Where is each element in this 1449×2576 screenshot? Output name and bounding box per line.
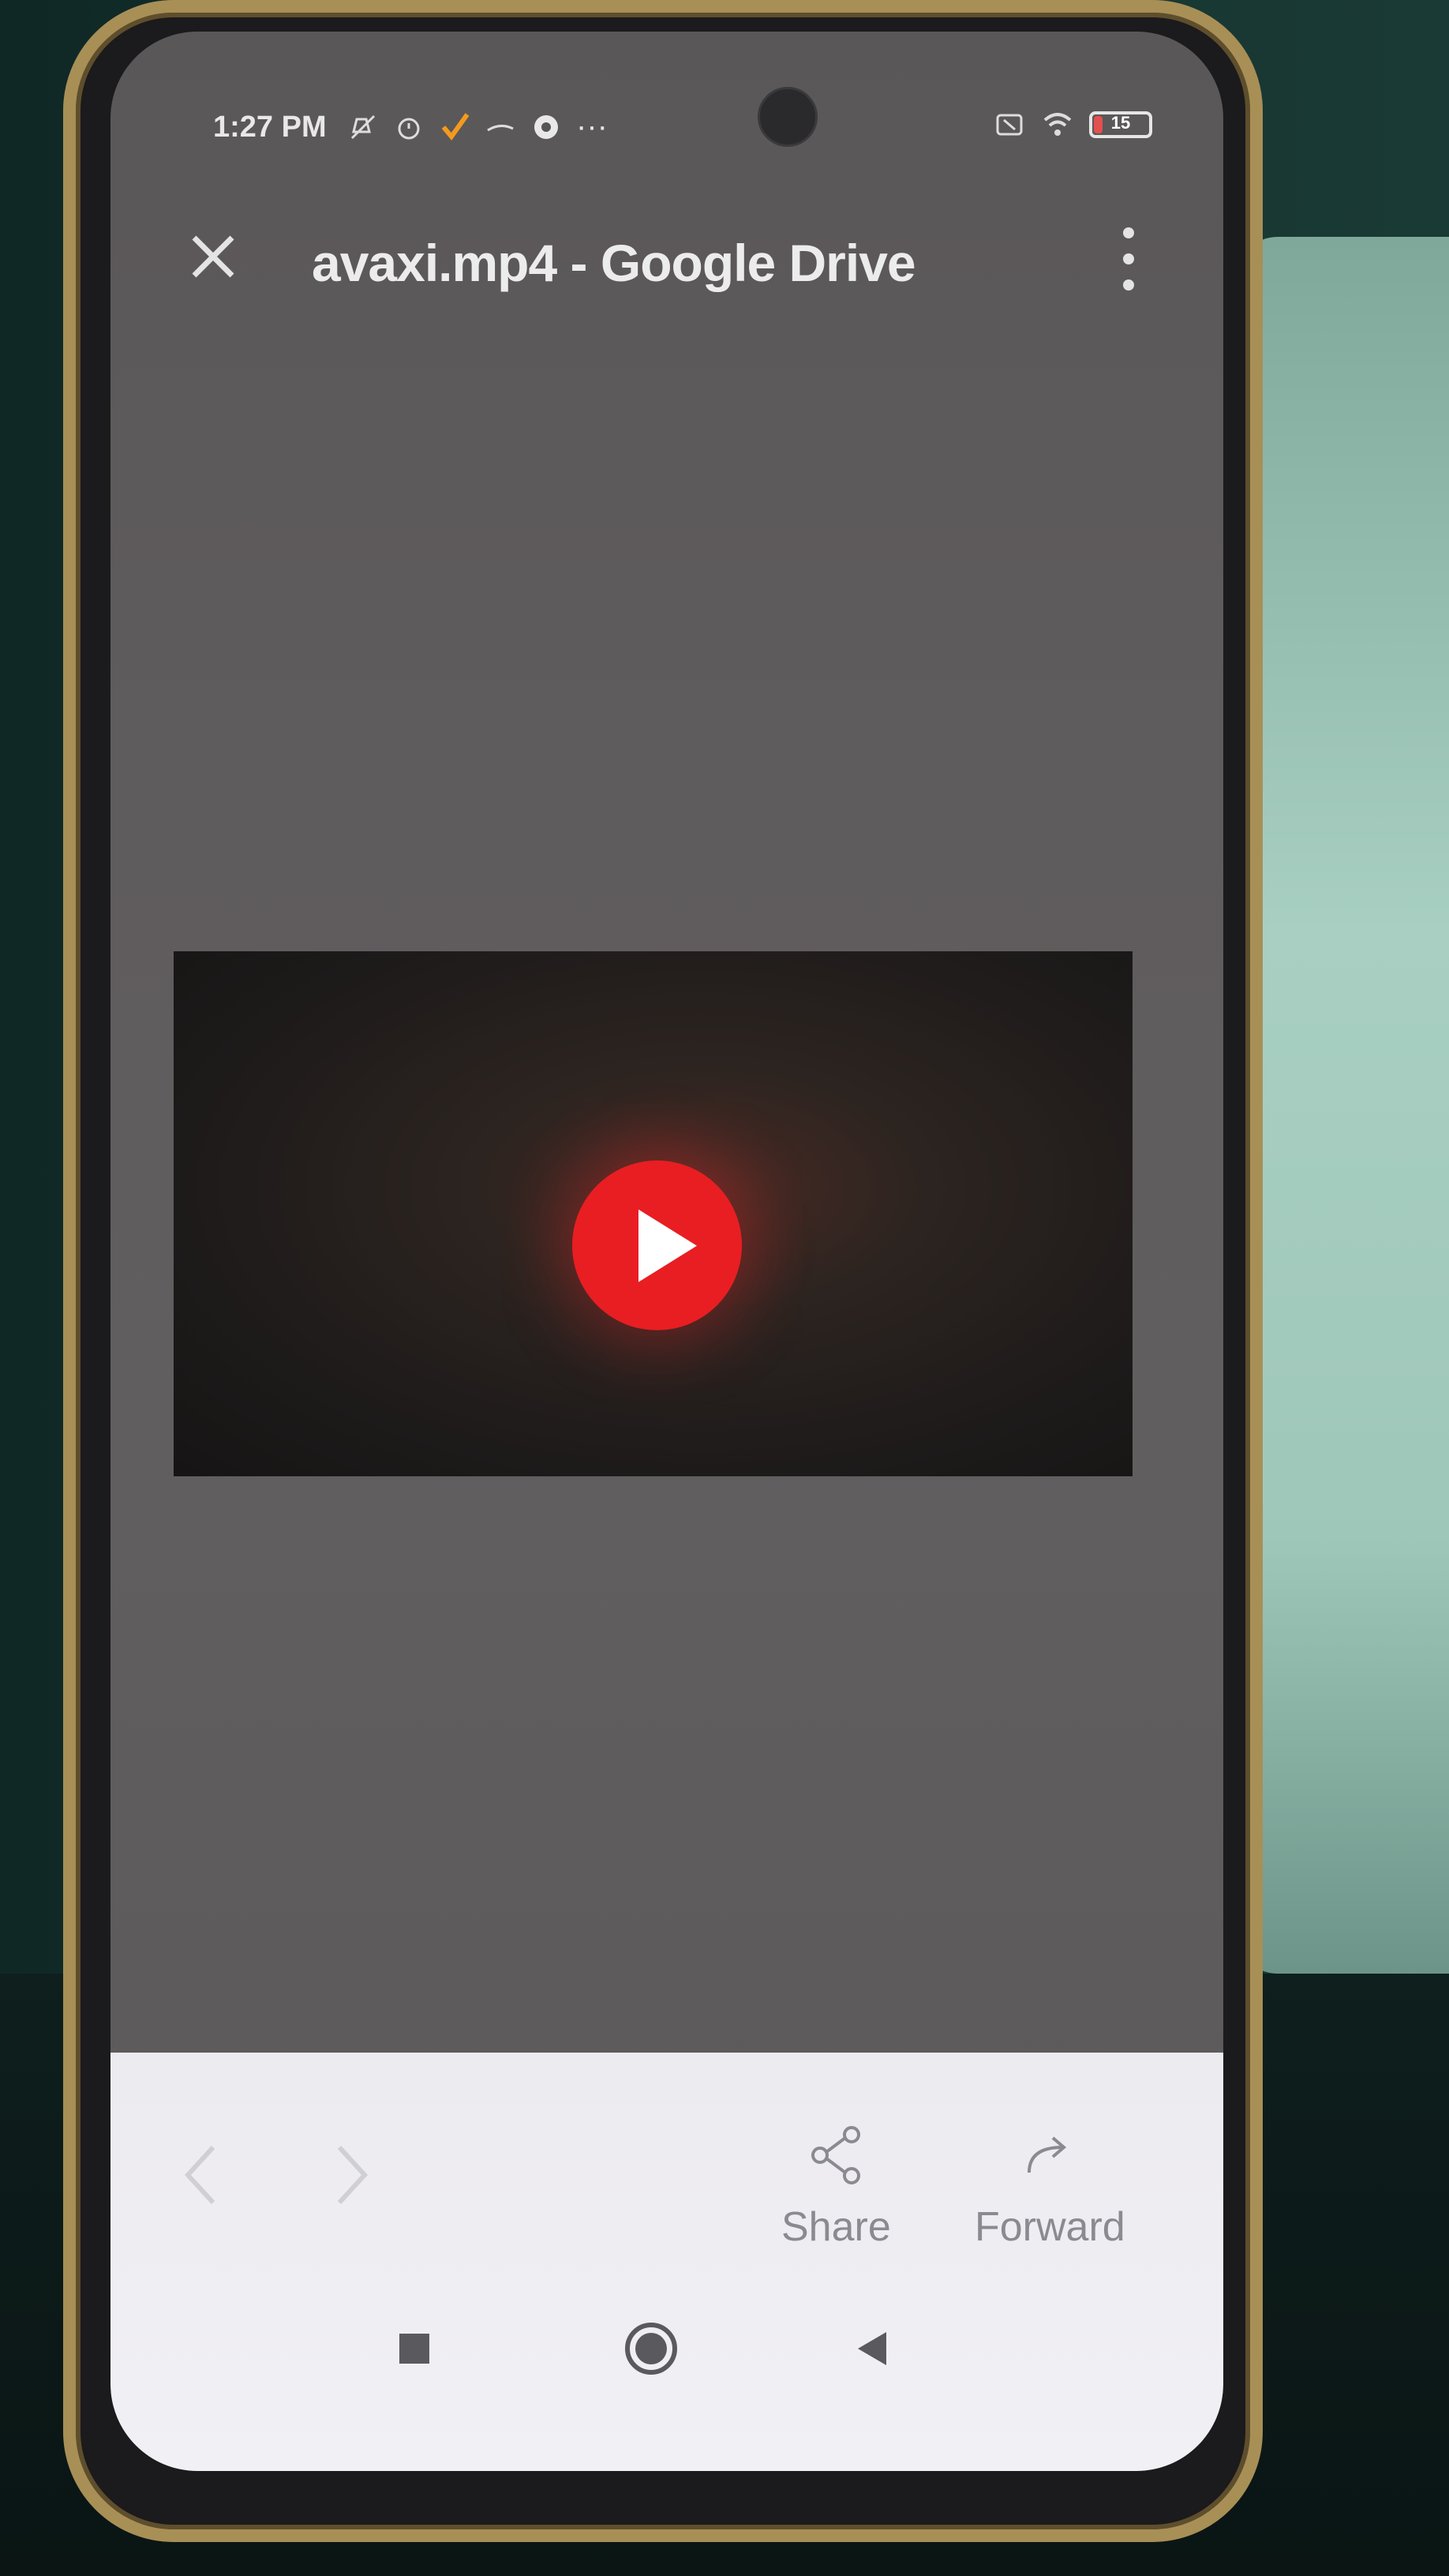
chevron-right-icon[interactable] xyxy=(324,2139,379,2210)
phone-screen: 1:27 PM ··· 15 avaxi.mp4 - Google Drive xyxy=(110,32,1223,2471)
battery-saver-icon xyxy=(996,114,1023,136)
status-time: 1:27 PM xyxy=(213,111,327,144)
play-icon xyxy=(638,1209,697,1282)
wifi-icon xyxy=(1043,113,1072,136)
share-label: Share xyxy=(781,2204,891,2250)
circle-app-icon xyxy=(534,114,558,139)
battery-icon: 15 xyxy=(1089,111,1152,138)
status-notification-icons: ··· xyxy=(347,109,608,144)
check-app-icon xyxy=(441,112,470,141)
forward-icon xyxy=(1028,2136,1067,2173)
home-circle-icon[interactable] xyxy=(616,2313,687,2384)
share-icon xyxy=(811,2126,861,2184)
forward-label: Forward xyxy=(975,2204,1125,2250)
background-cloth xyxy=(1231,237,1449,1974)
alarm-icon xyxy=(398,118,420,139)
battery-level: 15 xyxy=(1110,113,1131,133)
status-bar: 1:27 PM ··· 15 xyxy=(110,95,1223,166)
status-system-icons: 15 xyxy=(994,109,1152,141)
arrow-app-icon xyxy=(487,124,514,131)
play-button[interactable] xyxy=(572,1161,742,1330)
video-preview[interactable] xyxy=(174,951,1133,1476)
more-dots-icon: ··· xyxy=(576,109,608,144)
mute-icon xyxy=(350,114,376,139)
viewer-toolbar: avaxi.mp4 - Google Drive xyxy=(110,201,1223,312)
close-icon[interactable] xyxy=(182,225,245,288)
page-title: avaxi.mp4 - Google Drive xyxy=(312,234,916,292)
bottom-action-bar: Share Forward xyxy=(110,2053,1223,2471)
triangle-back-icon[interactable] xyxy=(848,2313,896,2384)
share-button[interactable]: Share xyxy=(781,2124,891,2251)
chevron-left-icon[interactable] xyxy=(174,2139,229,2210)
forward-button[interactable]: Forward xyxy=(975,2124,1125,2251)
recents-square-icon[interactable] xyxy=(395,2313,434,2384)
more-vert-icon[interactable] xyxy=(1113,223,1144,294)
